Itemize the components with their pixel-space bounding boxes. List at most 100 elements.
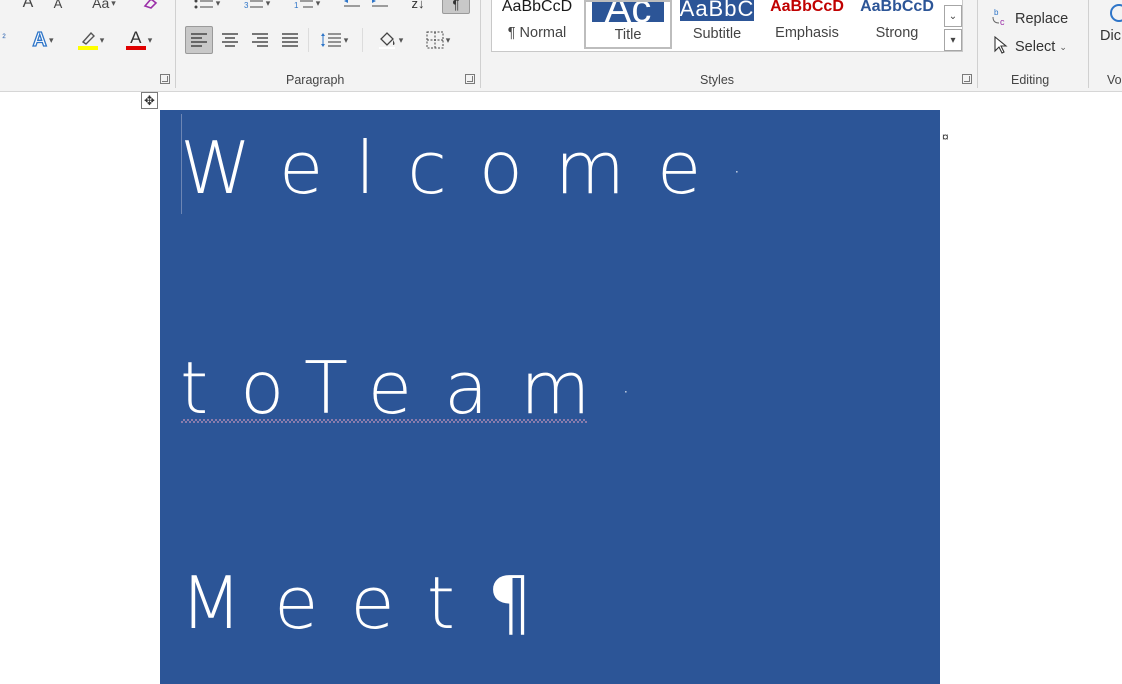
grow-font-button[interactable]: A	[18, 0, 38, 12]
style-preview: Ac	[592, 2, 664, 22]
group-separator	[977, 0, 978, 88]
style-preview: AaBbC	[680, 0, 754, 21]
space-mark: ·	[622, 380, 662, 406]
style-title[interactable]: Ac Title	[584, 0, 672, 49]
borders-icon	[426, 31, 444, 49]
divider	[308, 28, 309, 52]
bullets-button[interactable]: ▾	[186, 0, 228, 12]
sort-icon: z↓	[411, 0, 425, 11]
voice-group-label: Vo	[1107, 73, 1122, 87]
chevron-down-icon: ⌄	[1059, 41, 1067, 52]
divider	[362, 28, 363, 52]
styles-group-label: Styles	[700, 73, 735, 87]
end-of-cell-mark: ¤	[942, 130, 949, 144]
title-line-3[interactable]: Meet¶	[180, 567, 533, 639]
replace-button[interactable]: bc Replace	[990, 7, 1068, 31]
style-name: ¶ Normal	[507, 25, 567, 41]
style-name: Subtitle	[692, 26, 742, 42]
superscript-icon[interactable]: ²	[0, 28, 8, 48]
justify-button[interactable]	[276, 26, 304, 54]
align-left-button[interactable]	[185, 26, 213, 54]
spelling-error-underline[interactable]	[181, 419, 587, 423]
justify-icon	[282, 33, 298, 47]
shrink-font-button[interactable]: A	[48, 0, 68, 12]
title-line-2[interactable]: toTeam·	[180, 352, 661, 424]
show-hide-marks-button[interactable]: ¶	[442, 0, 470, 14]
group-separator	[480, 0, 481, 88]
align-right-icon	[252, 33, 268, 47]
chevron-down-icon: ▾	[265, 0, 271, 8]
dictate-button[interactable]: Dic	[1100, 0, 1122, 54]
paragraph-mark: ¶	[486, 561, 533, 645]
highlight-color-button[interactable]: ▾	[70, 26, 112, 54]
chevron-down-icon: ▾	[215, 0, 221, 8]
line-text: toTeam	[180, 346, 623, 430]
numbering-icon: 3	[244, 0, 263, 9]
style-emphasis[interactable]: AaBbCcD Emphasis	[763, 0, 851, 48]
multilevel-list-icon: 1	[294, 0, 313, 9]
align-center-button[interactable]	[216, 26, 244, 54]
microphone-icon	[1110, 4, 1122, 22]
sort-button[interactable]: z↓	[404, 0, 432, 12]
font-color-label: A	[130, 28, 142, 47]
replace-label: Replace	[1015, 11, 1069, 27]
chevron-down-icon: ▾	[111, 0, 116, 8]
line-spacing-icon	[320, 33, 341, 47]
styles-scroll-down-button[interactable]: ⌄	[944, 5, 962, 27]
text-effects-button[interactable]: A ▾	[24, 28, 62, 52]
font-color-swatch	[125, 46, 146, 50]
paragraph-dialog-launcher[interactable]	[465, 74, 475, 84]
align-left-icon	[191, 33, 207, 47]
line-text: Meet	[180, 561, 487, 645]
clear-formatting-icon[interactable]	[140, 0, 162, 12]
style-name: Title	[614, 27, 642, 43]
change-case-label: Aa	[92, 0, 110, 11]
highlight-color-swatch	[77, 46, 98, 50]
styles-dialog-launcher[interactable]	[962, 74, 972, 84]
style-preview: AaBbCcD	[860, 0, 934, 15]
styles-more-button[interactable]: ▾	[944, 29, 962, 51]
chevron-down-icon: ▾	[445, 34, 451, 45]
text-effects-label: A	[32, 28, 48, 51]
paragraph-group-label: Paragraph	[286, 73, 345, 87]
numbering-button[interactable]: 3 ▾	[236, 0, 278, 12]
style-subtitle[interactable]: AaBbC Subtitle	[673, 0, 761, 48]
font-dialog-launcher[interactable]	[160, 74, 170, 84]
bullets-icon	[194, 0, 213, 9]
change-case-button[interactable]: Aa ▾	[84, 0, 124, 12]
group-separator	[175, 0, 176, 88]
chevron-down-icon: ▾	[147, 34, 153, 45]
borders-button[interactable]: ▾	[416, 26, 460, 54]
more-icon: ▾	[950, 34, 956, 46]
shading-button[interactable]: ▾	[368, 26, 412, 54]
increase-indent-button[interactable]	[368, 0, 392, 12]
style-name: Emphasis	[775, 25, 839, 41]
chevron-down-icon: ▾	[48, 34, 54, 45]
decrease-indent-button[interactable]	[340, 0, 364, 12]
font-color-button[interactable]: A ▾	[118, 26, 160, 54]
style-normal[interactable]: AaBbCcD ¶ Normal	[493, 0, 581, 48]
svg-text:3: 3	[244, 1, 249, 9]
style-name: Strong	[875, 25, 919, 41]
svg-text:b: b	[994, 8, 999, 17]
align-center-icon	[222, 33, 238, 47]
group-separator	[1088, 0, 1089, 88]
ribbon: A A Aa ▾ ² A ▾ ▾ A ▾ ▾ 3 ▾ 1 ▾ z↓ ¶ ▾ ▾ …	[0, 0, 1122, 92]
line-text: Welcome	[180, 126, 734, 210]
select-label: Select	[1015, 39, 1056, 55]
style-preview: AaBbCcD	[501, 0, 573, 15]
table-move-handle[interactable]: ✥	[141, 92, 158, 109]
chevron-down-icon: ▾	[99, 34, 105, 45]
svg-text:1: 1	[294, 1, 299, 9]
align-right-button[interactable]	[246, 26, 274, 54]
chevron-down-icon: ▾	[315, 0, 321, 8]
highlighter-icon	[81, 31, 95, 45]
line-spacing-button[interactable]: ▾	[312, 26, 356, 54]
editing-group-label: Editing	[1011, 73, 1050, 87]
increase-indent-icon	[372, 0, 388, 7]
select-button[interactable]: Select ⌄	[990, 35, 1067, 58]
chevron-down-icon: ⌄	[948, 10, 958, 22]
title-line-1[interactable]: Welcome·	[180, 132, 772, 204]
style-strong[interactable]: AaBbCcD Strong	[853, 0, 941, 48]
multilevel-list-button[interactable]: 1 ▾	[286, 0, 328, 12]
